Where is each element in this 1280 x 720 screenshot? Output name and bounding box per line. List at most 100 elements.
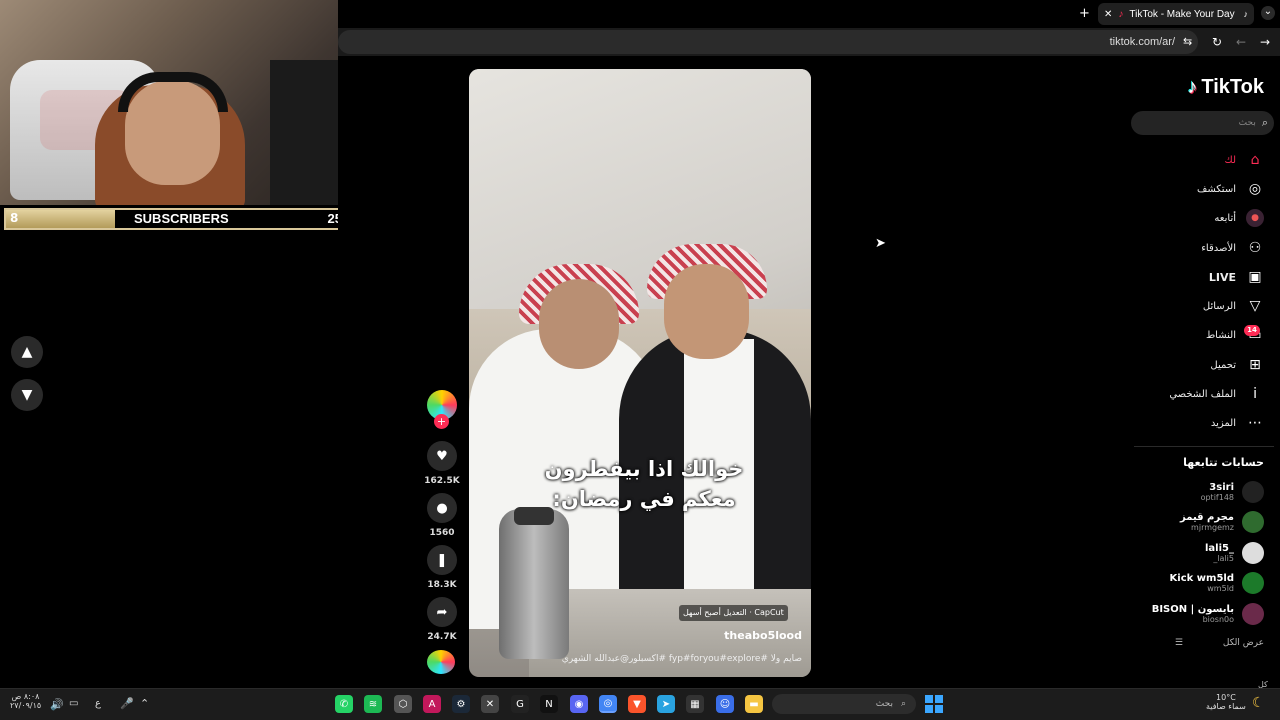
microphone-icon[interactable]: 🎤	[120, 697, 134, 710]
account-avatar	[1242, 542, 1264, 564]
sidebar-item-3[interactable]: ⚇ الأصدقاء	[1201, 239, 1264, 257]
video-coffee-flask	[499, 509, 569, 659]
forward-icon[interactable]: ←	[1236, 35, 1246, 49]
tray-chevron-icon[interactable]: ⌃	[140, 697, 149, 710]
network-icon[interactable]: ▭	[69, 698, 78, 709]
new-tab-icon[interactable]: +	[1079, 6, 1090, 21]
app-hexagon-icon[interactable]: ⬡	[394, 695, 412, 713]
language-indicator[interactable]: ع	[95, 698, 101, 709]
spotify-icon[interactable]: ≋	[364, 695, 382, 713]
address-bar[interactable]	[338, 30, 1198, 54]
account-avatar	[1242, 572, 1264, 594]
video-caption: خوالك اذا بيفطرون معكم في رمضان:	[509, 454, 779, 514]
video-author[interactable]: theabo5lood	[724, 629, 802, 642]
search-icon[interactable]: ⌕	[1262, 116, 1268, 130]
sidebar-item-label: الأصدقاء	[1201, 242, 1236, 254]
video-face-right	[664, 264, 749, 359]
search-input[interactable]: ⌕ بحث	[1131, 111, 1274, 135]
tiktok-logo[interactable]: ♪ TikTok	[1187, 76, 1264, 99]
following-avatar-icon: ●	[1246, 209, 1264, 227]
subscriber-label: SUBSCRIBERS	[134, 211, 229, 226]
sidebar-item-label: الملف الشخصي	[1169, 388, 1236, 400]
sidebar-item-label: تحميل	[1210, 359, 1236, 371]
chrome-icon[interactable]: ◎	[599, 695, 617, 713]
profile-icon: ⅰ	[1253, 386, 1257, 402]
account-handle: optif148	[1200, 493, 1234, 502]
music-disc-avatar[interactable]	[427, 650, 455, 674]
app-user-icon[interactable]: ☺	[716, 695, 734, 713]
like-button[interactable]: ♥	[427, 441, 457, 471]
account-avatar	[1242, 603, 1264, 625]
account-avatar	[1242, 511, 1264, 533]
account-handle: mjrmgemz	[1191, 523, 1234, 532]
following-account[interactable]: مجرم قيمز mjrmgemz	[1180, 511, 1264, 533]
telegram-icon[interactable]: ➤	[657, 695, 675, 713]
comment-button[interactable]: ●	[427, 493, 457, 523]
discord-icon[interactable]: ◉	[570, 695, 588, 713]
steam-icon[interactable]: ⚙	[452, 695, 470, 713]
save-count: 18.3K	[427, 580, 457, 590]
sidebar-item-8[interactable]: ⅰ الملف الشخصي	[1169, 385, 1264, 403]
tiktok-tab-icon: ♪	[1243, 9, 1249, 19]
taskbar-search[interactable]: بحث ⌕	[772, 694, 916, 714]
sidebar-item-label: أتابعه	[1214, 212, 1236, 224]
sidebar-item-0[interactable]: ⌂ لك	[1225, 151, 1264, 169]
following-account[interactable]: lali5_ _lali5	[1205, 542, 1264, 564]
speaker-icon[interactable]: 🔊	[50, 698, 64, 711]
sidebar-divider	[1134, 446, 1274, 447]
tab-close-icon[interactable]: ✕	[1104, 9, 1112, 20]
reload-icon[interactable]: ↻	[1212, 35, 1222, 49]
live-icon: ▣	[1248, 269, 1262, 285]
sidebar-item-4[interactable]: ▣ LIVE	[1209, 268, 1264, 286]
store-icon[interactable]: ▦	[686, 695, 704, 713]
browser-tab[interactable]: ✕ ♪ TikTok - Make Your Day ♪	[1098, 3, 1254, 25]
sidebar-item-7[interactable]: ⊞ تحميل	[1210, 356, 1264, 374]
bookmark-icon: ❚	[436, 552, 448, 568]
more-icon: ⋯	[1248, 415, 1262, 431]
next-video-button[interactable]: ▼	[11, 379, 43, 411]
like-count: 162.5K	[424, 476, 460, 486]
logo-text: TikTok	[1201, 76, 1264, 98]
see-all-link[interactable]: ☰ عرض الكل	[1175, 638, 1264, 648]
caption-line-2: معكم في رمضان:	[552, 487, 736, 511]
sidebar-item-5[interactable]: ▽ الرسائل	[1203, 297, 1264, 315]
sidebar-item-9[interactable]: ⋯ المزيد	[1211, 414, 1264, 432]
share-button[interactable]: ➦	[427, 597, 457, 627]
whatsapp-icon[interactable]: ✆	[335, 695, 353, 713]
video-description[interactable]: صايم ولا #fyp#foryou#explore #اكسبلور@عب…	[482, 654, 802, 664]
capcut-tag[interactable]: CapCut · التعديل أصبح أسهل	[679, 605, 788, 621]
file-explorer-icon[interactable]: ▬	[745, 695, 763, 713]
sidebar-item-1[interactable]: ◎ استكشف	[1197, 180, 1264, 198]
comment-icon: ●	[436, 500, 448, 516]
taskbar-clock[interactable]: ٨:٠٨ ص ٢٧/٠٩/١٥	[10, 692, 41, 710]
previous-video-button[interactable]: ▲	[11, 336, 43, 368]
sidebar-item-label: لك	[1224, 154, 1236, 166]
see-all-icon: ☰	[1174, 638, 1183, 648]
affinity-icon[interactable]: A	[423, 695, 441, 713]
sidebar-item-2[interactable]: ● أتابعه	[1214, 209, 1264, 227]
following-account[interactable]: 3siri optif148	[1201, 481, 1264, 503]
search-placeholder: بحث	[1238, 118, 1256, 128]
compass-icon: ◎	[1248, 181, 1262, 197]
clock-time: ٨:٠٨ ص	[11, 692, 40, 701]
video-player[interactable]: خوالك اذا بيفطرون معكم في رمضان: CapCut …	[469, 69, 811, 677]
tab-search-icon[interactable]: ⌄	[1261, 6, 1275, 20]
brave-icon[interactable]: ▼	[628, 695, 646, 713]
g-hub-icon[interactable]: G	[511, 695, 529, 713]
netflix-icon[interactable]: N	[540, 695, 558, 713]
clock-date: ٢٧/٠٩/١٥	[10, 701, 42, 710]
account-text: Kick wm5ld wm5ld	[1170, 573, 1234, 593]
save-button[interactable]: ❚	[427, 545, 457, 575]
sidebar-item-label: النشاط	[1205, 329, 1236, 341]
site-settings-icon[interactable]: ⇆	[1183, 35, 1192, 48]
account-text: BISON | بايسون biosn0o	[1152, 604, 1234, 624]
url-text[interactable]: tiktok.com/ar/	[1110, 36, 1175, 48]
back-icon[interactable]: →	[1260, 35, 1270, 49]
upload-icon: ⊞	[1249, 357, 1261, 373]
following-account[interactable]: Kick wm5ld wm5ld	[1170, 572, 1264, 594]
weather-widget[interactable]: 10°C سماء صافية	[1206, 693, 1246, 711]
windows-start-icon[interactable]	[925, 695, 943, 713]
follow-plus-icon[interactable]: +	[434, 414, 449, 429]
following-account[interactable]: BISON | بايسون biosn0o	[1152, 603, 1264, 625]
xbox-icon[interactable]: ✕	[481, 695, 499, 713]
